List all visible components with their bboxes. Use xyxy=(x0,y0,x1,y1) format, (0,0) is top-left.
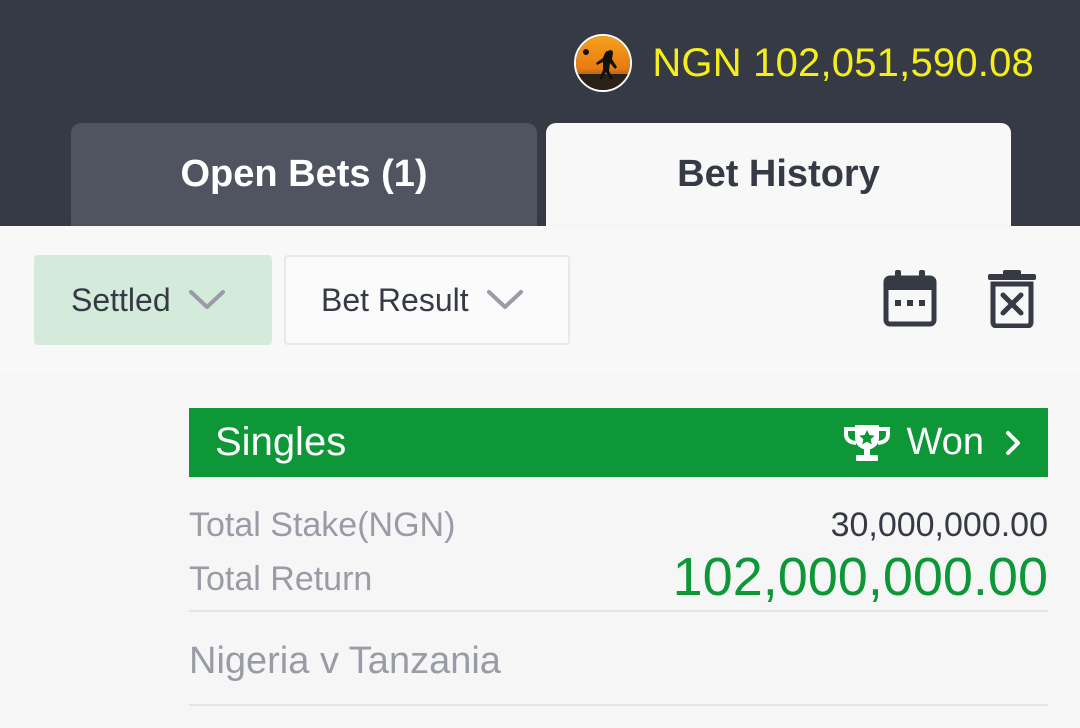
bet-header[interactable]: Singles Won xyxy=(189,408,1048,477)
bet-result-dropdown-label: Bet Result xyxy=(321,281,469,318)
settled-dropdown-label: Settled xyxy=(71,281,171,318)
bet-type-label: Singles xyxy=(215,420,347,464)
total-return-value: 102,000,000.00 xyxy=(672,547,1048,607)
calendar-icon[interactable] xyxy=(882,270,938,328)
delete-icon[interactable] xyxy=(986,270,1038,328)
total-return-label: Total Return xyxy=(189,560,373,598)
avatar[interactable] xyxy=(574,34,633,92)
tab-bet-history[interactable]: Bet History xyxy=(546,123,1011,226)
bet-result-dropdown[interactable]: Bet Result xyxy=(284,255,570,345)
top-header: NGN 102,051,590.08 Open Bets (1) Bet His… xyxy=(0,0,1080,226)
account-balance[interactable]: NGN 102,051,590.08 xyxy=(574,32,1034,94)
balance-amount: NGN 102,051,590.08 xyxy=(652,40,1034,85)
divider xyxy=(189,610,1048,612)
chevron-down-icon xyxy=(485,288,525,312)
divider xyxy=(189,704,1048,706)
match-name[interactable]: Nigeria v Tanzania xyxy=(189,640,501,683)
trophy-icon xyxy=(843,423,891,463)
total-stake-label: Total Stake(NGN) xyxy=(189,506,456,544)
bet-list: Singles Won Total Stake(NGN) 30,000,000.… xyxy=(0,374,1080,728)
bet-result-status: Won xyxy=(906,421,984,463)
chevron-down-icon xyxy=(187,288,227,312)
filter-bar: Settled Bet Result xyxy=(0,226,1080,374)
settled-dropdown[interactable]: Settled xyxy=(34,255,272,345)
chevron-right-icon xyxy=(1004,429,1022,457)
tab-open-bets[interactable]: Open Bets (1) xyxy=(71,123,537,226)
total-stake-value: 30,000,000.00 xyxy=(830,506,1048,544)
